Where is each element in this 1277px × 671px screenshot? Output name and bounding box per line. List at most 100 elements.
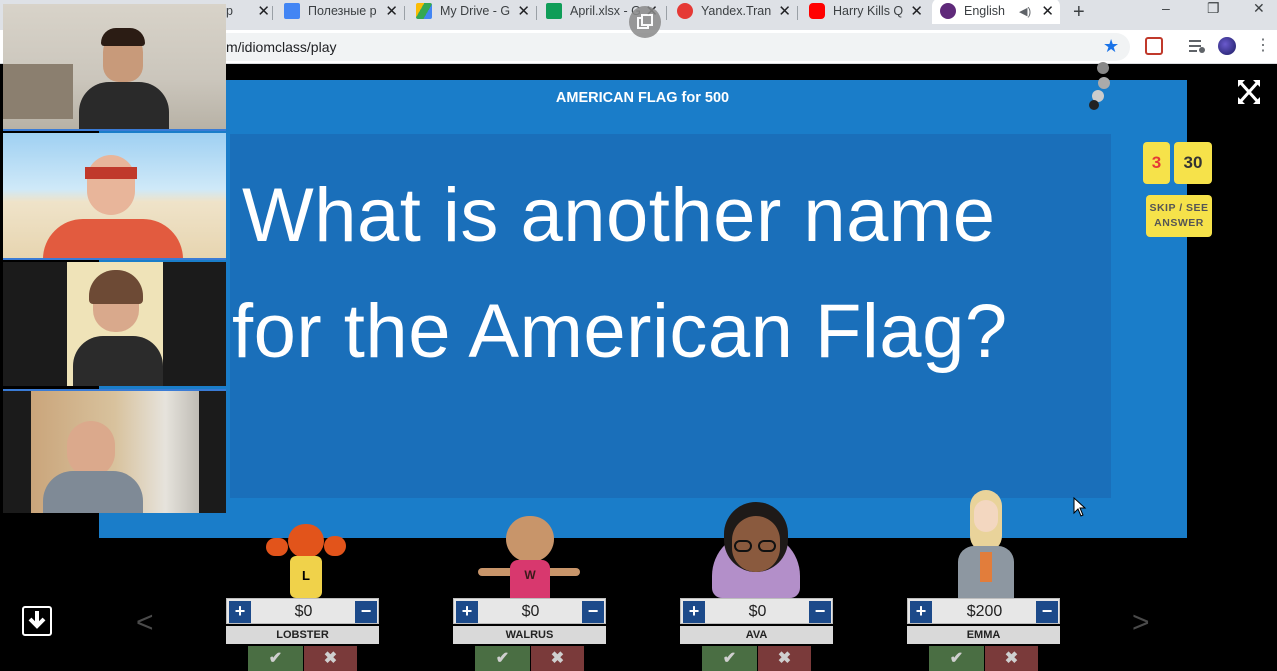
close-icon[interactable]: ✕	[778, 2, 791, 20]
profile-avatar[interactable]	[1218, 37, 1236, 55]
score-row: + $0 −	[226, 598, 379, 624]
correct-button[interactable]: ✔	[248, 646, 303, 671]
skip-label-line1: SKIP / SEE	[1149, 202, 1209, 214]
player-score: $0	[521, 603, 540, 620]
walrus-avatar: W	[478, 516, 580, 598]
add-points-button[interactable]: +	[456, 601, 478, 623]
check-icon: ✔	[495, 650, 510, 667]
subtract-points-button[interactable]: −	[1036, 601, 1058, 623]
tab-5[interactable]: Harry Kills Q ✕	[809, 0, 929, 22]
video-tile-2	[3, 133, 226, 260]
next-arrow[interactable]: >	[1132, 606, 1150, 640]
tab-0[interactable]: р ✕	[226, 0, 276, 22]
x-icon: ✖	[323, 650, 338, 667]
incorrect-button[interactable]: ✖	[531, 646, 584, 671]
tab-separator	[666, 6, 667, 20]
close-icon[interactable]: ✕	[257, 2, 270, 20]
youtube-icon	[809, 3, 825, 19]
counter-right: 30	[1174, 142, 1212, 184]
skip-see-answer-button[interactable]: SKIP / SEE ANSWER	[1146, 195, 1212, 237]
incorrect-button[interactable]: ✖	[304, 646, 357, 671]
close-icon[interactable]: ✕	[1041, 2, 1054, 20]
arrow-down-icon	[28, 611, 46, 629]
loading-dots-icon	[1089, 62, 1110, 110]
score-row: + $0 −	[453, 598, 606, 624]
mouse-cursor-icon	[1073, 497, 1087, 517]
tab-separator	[536, 6, 537, 20]
add-points-button[interactable]: +	[910, 601, 932, 623]
previous-arrow[interactable]: <	[136, 606, 154, 640]
check-icon: ✔	[949, 650, 964, 667]
player-score: $0	[294, 603, 313, 620]
pocket-extension-icon[interactable]	[1145, 37, 1163, 55]
score-row: + $0 −	[680, 598, 833, 624]
subtract-points-button[interactable]: −	[809, 601, 831, 623]
person-body	[79, 82, 169, 129]
player-name: AVA	[680, 626, 833, 644]
person-body	[43, 219, 183, 258]
player-name: WALRUS	[453, 626, 606, 644]
check-icon: ✔	[722, 650, 737, 667]
add-points-button[interactable]: +	[683, 601, 705, 623]
video-tile-1	[3, 4, 226, 131]
close-window-button[interactable]: ✕	[1253, 0, 1265, 17]
person-body	[43, 471, 143, 513]
restore-button[interactable]: ❐	[1207, 0, 1220, 17]
docs-icon	[284, 3, 300, 19]
tab-title: Полезные р	[308, 4, 377, 18]
person-head	[67, 421, 115, 477]
close-icon[interactable]: ✕	[385, 2, 398, 20]
scroll-down-button[interactable]	[22, 606, 52, 636]
player-name: LOBSTER	[226, 626, 379, 644]
correct-button[interactable]: ✔	[929, 646, 984, 671]
video-tile-3	[3, 262, 226, 386]
person-head	[87, 155, 135, 215]
x-icon: ✖	[1004, 650, 1019, 667]
close-icon[interactable]: ✕	[910, 2, 923, 20]
tab-separator	[797, 6, 798, 20]
incorrect-button[interactable]: ✖	[985, 646, 1038, 671]
subtract-points-button[interactable]: −	[355, 601, 377, 623]
subtract-points-button[interactable]: −	[582, 601, 604, 623]
tab-1[interactable]: Полезные р ✕	[284, 0, 404, 22]
url-text[interactable]: m/idiomclass/play	[226, 39, 336, 55]
drive-icon	[416, 3, 432, 19]
tab-title: My Drive - G	[440, 4, 510, 18]
tab-4[interactable]: Yandex.Trans ✕	[677, 0, 797, 22]
player-card-walrus: + $0 − WALRUS ✔ ✖	[453, 598, 606, 671]
menu-icon[interactable]: ⋮	[1254, 37, 1272, 55]
new-tab-button[interactable]: +	[1073, 1, 1085, 24]
skip-label-line2: ANSWER	[1154, 217, 1204, 229]
tab-separator	[272, 6, 273, 20]
incorrect-button[interactable]: ✖	[758, 646, 811, 671]
close-icon[interactable]: ✕	[517, 2, 530, 20]
question-line-2: for the American Flag?	[232, 289, 1008, 374]
media-controls-icon[interactable]	[1188, 37, 1206, 55]
player-name: EMMA	[907, 626, 1060, 644]
screen-share-icon[interactable]	[629, 6, 661, 38]
add-points-button[interactable]: +	[229, 601, 251, 623]
bookmark-star-icon[interactable]: ★	[1103, 36, 1119, 57]
fullscreen-icon[interactable]	[1236, 78, 1262, 106]
ava-avatar	[712, 502, 800, 598]
person-body	[73, 336, 163, 386]
tab-title: English	[964, 4, 1005, 18]
tab-6-active[interactable]: English ◀) ✕	[932, 0, 1060, 24]
check-icon: ✔	[268, 650, 283, 667]
avatar-letter: L	[290, 556, 322, 598]
translate-icon	[677, 3, 693, 19]
score-row: + $200 −	[907, 598, 1060, 624]
headband	[85, 167, 137, 179]
tab-2[interactable]: My Drive - G ✕	[416, 0, 536, 22]
correct-button[interactable]: ✔	[475, 646, 530, 671]
site-icon	[940, 3, 956, 19]
speaker-icon[interactable]: ◀)	[1019, 5, 1031, 18]
avatar-letter: W	[510, 560, 550, 598]
correct-button[interactable]: ✔	[702, 646, 757, 671]
player-card-lobster: + $0 − LOBSTER ✔ ✖	[226, 598, 379, 671]
bookshelf	[3, 64, 73, 119]
tab-title: р	[226, 4, 233, 18]
tab-separator	[404, 6, 405, 20]
minimize-button[interactable]: –	[1162, 0, 1170, 16]
question-line-1: What is another name	[242, 173, 996, 258]
